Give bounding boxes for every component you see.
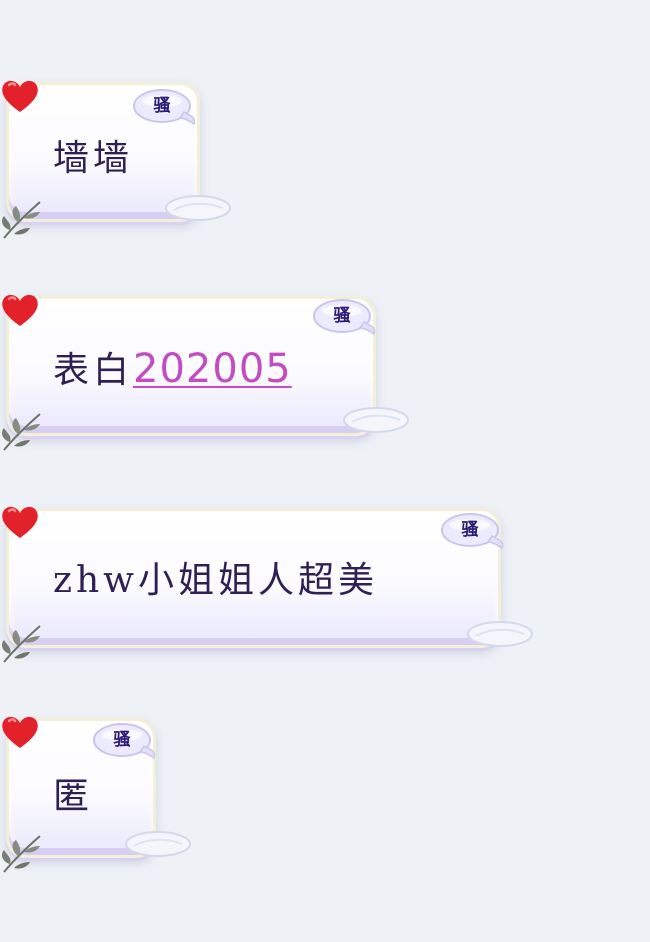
heart-icon bbox=[2, 80, 38, 112]
heart-icon bbox=[2, 716, 38, 748]
heart-icon bbox=[2, 506, 38, 538]
shell-icon bbox=[343, 407, 409, 433]
message-4: 匿 骚 bbox=[0, 716, 200, 878]
message-bubble[interactable]: zhw小姐姐人超美 bbox=[6, 508, 501, 648]
message-text: 匿 bbox=[53, 776, 94, 817]
sao-badge-label: 骚 bbox=[333, 306, 351, 326]
heart-icon bbox=[2, 294, 38, 326]
sao-badge: 骚 bbox=[440, 512, 506, 552]
sao-badge-label: 骚 bbox=[153, 96, 171, 116]
leaf-icon bbox=[2, 413, 41, 451]
shell-icon bbox=[467, 621, 533, 647]
chat-list: 墙墙 骚 表白202005 骚 zhw小姐姐人超美 骚 匿 骚 bbox=[0, 0, 650, 942]
sao-badge-label: 骚 bbox=[461, 520, 479, 540]
message-text: 墙墙 bbox=[53, 138, 134, 179]
shell-icon bbox=[125, 831, 191, 857]
sao-badge-label: 骚 bbox=[113, 730, 131, 750]
message-3: zhw小姐姐人超美 骚 bbox=[0, 506, 545, 668]
sao-badge: 骚 bbox=[312, 298, 378, 338]
leaf-icon bbox=[2, 835, 41, 873]
leaf-icon bbox=[2, 201, 41, 239]
shell-icon bbox=[165, 195, 231, 221]
leaf-icon bbox=[2, 625, 41, 663]
message-link[interactable]: 202005 bbox=[133, 346, 292, 392]
message-text: 表白202005 bbox=[53, 349, 292, 389]
message-text: zhw小姐姐人超美 bbox=[53, 560, 378, 601]
message-text-prefix: 表白 bbox=[53, 350, 134, 391]
sao-badge: 骚 bbox=[92, 722, 158, 762]
sao-badge: 骚 bbox=[132, 88, 198, 128]
message-1: 墙墙 骚 bbox=[0, 80, 240, 242]
message-2: 表白202005 骚 bbox=[0, 294, 420, 456]
